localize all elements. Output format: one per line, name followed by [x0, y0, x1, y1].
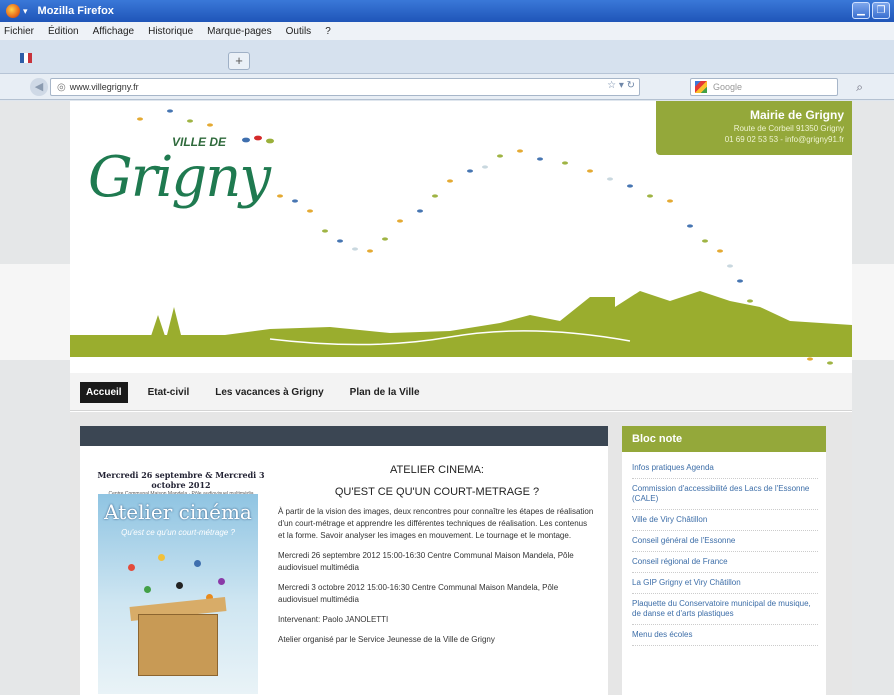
firefox-menu-arrow-icon[interactable]: ▾ [23, 6, 28, 17]
minimize-icon[interactable]: ▁ [852, 2, 870, 19]
website: VILLE DE Grigny Mairie de Grigny Route d… [70, 101, 852, 695]
article-paragraph: Atelier organisé par le Service Jeunesse… [278, 635, 495, 644]
sidebar-link[interactable]: Plaquette du Conservatoire municipal de … [632, 594, 818, 625]
sidebar-link[interactable]: La GIP Grigny et Viry Châtillon [632, 573, 818, 594]
url-bar[interactable]: ◎ www.villegrigny.fr ☆ ▾ ↻ [50, 78, 640, 96]
menu-item-file[interactable]: Fichier [4, 26, 34, 37]
article: ATELIER CINEMA: QU'EST CE QU'UN COURT-ME… [278, 464, 596, 646]
mairie-contact[interactable]: 01 69 02 53 53 - info@grigny91.fr [656, 135, 844, 144]
poster-title: Atelier cinéma [104, 500, 252, 524]
nav-item-vacances[interactable]: Les vacances à Grigny [209, 382, 329, 403]
tab-favicon-icon [20, 53, 32, 63]
nav-item-etat-civil[interactable]: Etat-civil [142, 382, 196, 403]
new-tab-button[interactable]: + [228, 52, 250, 70]
sidebar-link[interactable]: Commission d'accessibilité des Lacs de l… [632, 479, 818, 510]
menu-item-view[interactable]: Affichage [93, 26, 135, 37]
sidebar-link[interactable]: Ville de Viry Châtillon [632, 510, 818, 531]
menu-item-history[interactable]: Historique [148, 26, 193, 37]
sidebar-link[interactable]: Conseil régional de France [632, 552, 818, 573]
search-bar[interactable]: Google ⌕ [690, 78, 863, 96]
sidebar-title: Bloc note [622, 426, 826, 452]
poster-header: Mercredi 26 septembre & Mercredi 3 octob… [97, 470, 265, 490]
maximize-icon[interactable]: ❐ [872, 2, 890, 19]
mairie-title: Mairie de Grigny [749, 108, 844, 122]
menu-item-edit[interactable]: Édition [48, 26, 79, 37]
skyline-silhouette [70, 291, 852, 357]
site-logo[interactable]: VILLE DE Grigny [88, 123, 388, 233]
sidebar-link[interactable]: Menu des écoles [632, 625, 818, 646]
tab-bar: + [0, 40, 894, 74]
article-subheading: QU'EST CE QU'UN COURT-METRAGE ? [334, 486, 540, 498]
article-paragraph: À partir de la vision des images, deux r… [278, 507, 594, 540]
google-engine-icon[interactable] [695, 81, 707, 93]
menu-item-help[interactable]: ? [325, 26, 331, 37]
search-input[interactable]: Google [713, 82, 742, 92]
menu-bar: Fichier Édition Affichage Historique Mar… [0, 22, 894, 40]
poster-image: Atelier cinéma Qu'est ce qu'un court-mét… [98, 494, 258, 694]
window-titlebar: ▾ Mozilla Firefox ▁ ❐ [0, 0, 894, 22]
bloc-note-sidebar: Bloc note Infos pratiques Agenda Commiss… [622, 426, 826, 695]
mairie-address: Route de Corbeil 91350 Grigny [733, 124, 844, 133]
sidebar-link[interactable]: Infos pratiques Agenda [632, 458, 818, 479]
bookmark-star-icon[interactable]: ☆ ▾ ↻ [607, 80, 635, 91]
article-header-bar [80, 426, 608, 446]
nav-item-accueil[interactable]: Accueil [80, 381, 128, 403]
site-identity-icon[interactable]: ◎ [57, 82, 66, 93]
window-controls: ▁ ❐ [852, 2, 890, 19]
navigation-toolbar: ◀ ◎ www.villegrigny.fr ☆ ▾ ↻ Google ⌕ [0, 74, 894, 100]
article-paragraph: Mercredi 3 octobre 2012 15:00-16:30 Cent… [278, 583, 559, 604]
logo-name: Grigny [88, 145, 271, 210]
content-area: Mercredi 26 septembre & Mercredi 3 octob… [70, 412, 852, 695]
window-title: Mozilla Firefox [37, 5, 114, 17]
atelier-cinema-poster[interactable]: Mercredi 26 septembre & Mercredi 3 octob… [94, 470, 268, 695]
poster-box [138, 614, 218, 676]
menu-item-tools[interactable]: Outils [286, 26, 312, 37]
search-icon[interactable]: ⌕ [856, 80, 863, 95]
menu-item-bookmarks[interactable]: Marque-pages [207, 26, 271, 37]
sidebar-link[interactable]: Conseil général de l'Essonne [632, 531, 818, 552]
tab-current[interactable] [8, 46, 228, 70]
back-arrow-icon[interactable]: ◀ [30, 77, 48, 96]
site-header: VILLE DE Grigny Mairie de Grigny Route d… [70, 101, 852, 373]
poster-script: Qu'est ce qu'un court-métrage ? [121, 528, 235, 537]
article-paragraph: Mercredi 26 septembre 2012 15:00-16:30 C… [278, 551, 574, 572]
firefox-logo-icon[interactable] [6, 4, 20, 18]
url-text[interactable]: www.villegrigny.fr [70, 82, 139, 92]
mairie-contact-box: Mairie de Grigny Route de Corbeil 91350 … [656, 101, 852, 155]
article-paragraph: Intervenant: Paolo JANOLETTI [278, 615, 389, 624]
main-column: Mercredi 26 septembre & Mercredi 3 octob… [80, 426, 608, 695]
article-heading: ATELIER CINEMA: [390, 464, 484, 476]
nav-item-plan[interactable]: Plan de la Ville [344, 382, 426, 403]
main-navigation: Accueil Etat-civil Les vacances à Grigny… [70, 373, 852, 411]
